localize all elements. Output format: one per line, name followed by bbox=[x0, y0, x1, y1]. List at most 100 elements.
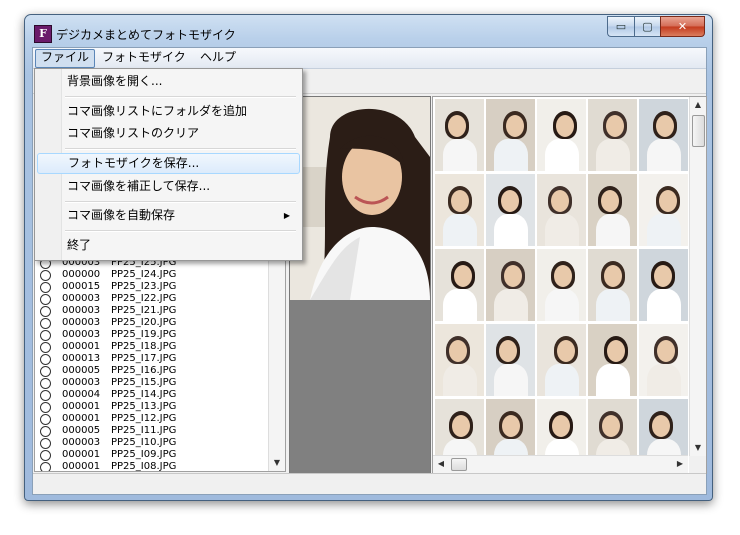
submenu-arrow-icon: ▶ bbox=[283, 211, 290, 220]
menu-item-save-photomosaic[interactable]: フォトモザイクを保存... bbox=[37, 153, 300, 174]
use-count: 000001 bbox=[62, 413, 101, 424]
maximize-button[interactable]: ▢ bbox=[634, 16, 660, 37]
menu-item-label: 背景画像を開く... bbox=[67, 74, 163, 88]
use-count: 000001 bbox=[62, 401, 101, 412]
use-count: 000005 bbox=[62, 365, 101, 376]
mosaic-tile-photo bbox=[486, 324, 535, 396]
list-item[interactable]: 000015 PP25_I23.JPG bbox=[38, 281, 268, 293]
portrait-photo bbox=[290, 97, 430, 301]
menu-separator bbox=[65, 148, 296, 150]
radio-button[interactable] bbox=[40, 426, 51, 437]
use-count: 000003 bbox=[62, 329, 101, 340]
list-item[interactable]: 000005 PP25_I16.JPG bbox=[38, 365, 268, 377]
radio-button[interactable] bbox=[40, 378, 51, 389]
file-name: PP25_I09.JPG bbox=[111, 449, 177, 460]
menu-separator bbox=[65, 230, 296, 232]
use-count: 000003 bbox=[62, 305, 101, 316]
photomosaic-view[interactable]: ▲ ▼ ◀ ▶ bbox=[432, 96, 707, 474]
list-item[interactable]: 000003 PP25_I19.JPG bbox=[38, 329, 268, 341]
list-item[interactable]: 000003 PP25_I10.JPG bbox=[38, 437, 268, 449]
use-count: 000003 bbox=[62, 317, 101, 328]
radio-button[interactable] bbox=[40, 402, 51, 413]
scroll-right-icon[interactable]: ▶ bbox=[672, 456, 688, 472]
mosaic-horizontal-scrollbar[interactable]: ◀ ▶ bbox=[433, 455, 688, 473]
status-bar bbox=[33, 473, 706, 494]
menu-separator bbox=[65, 96, 296, 98]
app-icon[interactable]: F bbox=[34, 25, 52, 43]
radio-button[interactable] bbox=[40, 282, 51, 293]
file-name: PP25_I13.JPG bbox=[111, 401, 177, 412]
horizontal-scroll-thumb[interactable] bbox=[451, 458, 467, 471]
radio-button[interactable] bbox=[40, 330, 51, 341]
menu-help[interactable]: ヘルプ bbox=[195, 49, 241, 66]
list-item[interactable]: 000001 PP25_I09.JPG bbox=[38, 449, 268, 461]
list-item[interactable]: 000001 PP25_I08.JPG bbox=[38, 461, 268, 472]
mosaic-vertical-scrollbar[interactable]: ▲ ▼ bbox=[689, 97, 706, 456]
radio-button[interactable] bbox=[40, 318, 51, 329]
menu-item-open-background[interactable]: 背景画像を開く... bbox=[37, 71, 298, 92]
file-name: PP25_I08.JPG bbox=[111, 461, 177, 472]
radio-button[interactable] bbox=[40, 450, 51, 461]
radio-button[interactable] bbox=[40, 306, 51, 317]
file-name: PP25_I17.JPG bbox=[111, 353, 177, 364]
radio-button[interactable] bbox=[40, 294, 51, 305]
radio-button[interactable] bbox=[40, 414, 51, 425]
scroll-down-icon[interactable]: ▼ bbox=[690, 440, 706, 456]
scroll-corner bbox=[689, 456, 706, 473]
menu-file[interactable]: ファイル bbox=[35, 49, 96, 68]
mosaic-tile-photo bbox=[537, 249, 586, 321]
list-item[interactable]: 000001 PP25_I12.JPG bbox=[38, 413, 268, 425]
menu-item-auto-save[interactable]: コマ画像を自動保存 ▶ bbox=[37, 205, 298, 226]
title-bar[interactable]: F デジカメまとめてフォトモザイク ▭ ▢ ✕ bbox=[25, 15, 712, 45]
file-name: PP25_I11.JPG bbox=[111, 425, 177, 436]
mosaic-tile-photo bbox=[639, 324, 688, 396]
list-item[interactable]: 000013 PP25_I17.JPG bbox=[38, 353, 268, 365]
file-name: PP25_I16.JPG bbox=[111, 365, 177, 376]
radio-button[interactable] bbox=[40, 390, 51, 401]
radio-button[interactable] bbox=[40, 354, 51, 365]
use-count: 000001 bbox=[62, 461, 101, 472]
menu-item-correct-and-save[interactable]: コマ画像を補正して保存... bbox=[37, 176, 298, 197]
vertical-scroll-thumb[interactable] bbox=[692, 115, 705, 147]
use-count: 000013 bbox=[62, 353, 101, 364]
menu-item-label: フォトモザイクを保存... bbox=[68, 156, 200, 170]
close-button[interactable]: ✕ bbox=[660, 16, 705, 37]
radio-button[interactable] bbox=[40, 342, 51, 353]
scroll-up-icon[interactable]: ▲ bbox=[690, 97, 706, 113]
mosaic-tile-photo bbox=[588, 324, 637, 396]
list-item[interactable]: 000003 PP25_I20.JPG bbox=[38, 317, 268, 329]
menu-item-add-folder[interactable]: コマ画像リストにフォルダを追加 bbox=[37, 101, 298, 122]
mosaic-tile-photo bbox=[537, 174, 586, 246]
mosaic-tile-photo bbox=[639, 99, 688, 171]
radio-button[interactable] bbox=[40, 270, 51, 281]
list-item[interactable]: 000005 PP25_I11.JPG bbox=[38, 425, 268, 437]
mosaic-tile-photo bbox=[639, 174, 688, 246]
file-name: PP25_I21.JPG bbox=[111, 305, 177, 316]
use-count: 000003 bbox=[62, 293, 101, 304]
use-count: 000015 bbox=[62, 281, 101, 292]
list-item[interactable]: 000003 PP25_I15.JPG bbox=[38, 377, 268, 389]
list-item[interactable]: 000001 PP25_I18.JPG bbox=[38, 341, 268, 353]
list-item[interactable]: 000003 PP25_I22.JPG bbox=[38, 293, 268, 305]
menu-photomosaic[interactable]: フォトモザイク bbox=[97, 49, 191, 66]
file-name: PP25_I19.JPG bbox=[111, 329, 177, 340]
radio-button[interactable] bbox=[40, 438, 51, 449]
menu-item-clear-list[interactable]: コマ画像リストのクリア bbox=[37, 123, 298, 144]
list-item[interactable]: 000004 PP25_I14.JPG bbox=[38, 389, 268, 401]
list-item[interactable]: 000003 PP25_I21.JPG bbox=[38, 305, 268, 317]
menu-item-exit[interactable]: 終了 bbox=[37, 235, 298, 256]
file-name: PP25_I23.JPG bbox=[111, 281, 177, 292]
list-item[interactable]: 000000 PP25_I24.JPG bbox=[38, 269, 268, 281]
list-item[interactable]: 000001 PP25_I13.JPG bbox=[38, 401, 268, 413]
radio-button[interactable] bbox=[40, 462, 51, 471]
mosaic-tile-photo bbox=[537, 99, 586, 171]
scroll-down-icon[interactable]: ▼ bbox=[269, 455, 285, 471]
use-count: 000004 bbox=[62, 389, 101, 400]
radio-button[interactable] bbox=[40, 366, 51, 377]
use-count: 000003 bbox=[62, 437, 101, 448]
scroll-left-icon[interactable]: ◀ bbox=[433, 456, 449, 472]
minimize-button[interactable]: ▭ bbox=[607, 16, 634, 37]
file-name: PP25_I10.JPG bbox=[111, 437, 177, 448]
mosaic-tile-photo bbox=[486, 174, 535, 246]
use-count: 000003 bbox=[62, 377, 101, 388]
